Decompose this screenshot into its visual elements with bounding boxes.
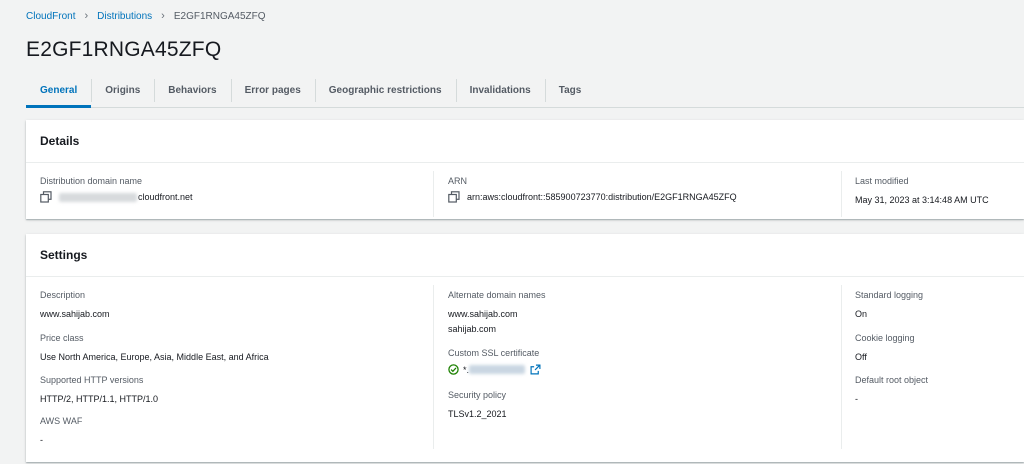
default-root-object-field: Default root object -	[855, 375, 1024, 407]
column-divider	[433, 171, 434, 217]
copy-icon[interactable]	[448, 191, 460, 203]
column-divider	[841, 285, 842, 449]
column-divider	[433, 285, 434, 449]
page-title: E2GF1RNGA45ZFQ	[26, 38, 222, 61]
last-modified-label: Last modified	[855, 176, 909, 186]
aws-waf-value: -	[40, 435, 43, 445]
price-class-field: Price class Use North America, Europe, A…	[40, 333, 420, 365]
chevron-right-icon: ›	[161, 10, 165, 22]
arn-value: arn:aws:cloudfront::585900723770:distrib…	[467, 192, 737, 202]
arn-field: ARN arn:aws:cloudfront::585900723770:dis…	[448, 176, 737, 203]
standard-logging-label: Standard logging	[855, 290, 924, 300]
standard-logging-field: Standard logging On	[855, 290, 1024, 322]
standard-logging-value: On	[855, 309, 868, 319]
default-root-object-value: -	[855, 394, 858, 404]
aws-waf-field: AWS WAF -	[40, 416, 420, 448]
external-link-icon[interactable]	[530, 364, 541, 375]
description-field: Description www.sahijab.com	[40, 290, 420, 322]
description-value: www.sahijab.com	[40, 309, 110, 319]
breadcrumb-current: E2GF1RNGA45ZFQ	[173, 11, 266, 22]
security-policy-label: Security policy	[448, 390, 507, 400]
ssl-certificate-label: Custom SSL certificate	[448, 348, 540, 358]
breadcrumb: CloudFront › Distributions › E2GF1RNGA45…	[26, 10, 266, 23]
http-versions-label: Supported HTTP versions	[40, 375, 144, 385]
last-modified-field: Last modified May 31, 2023 at 3:14:48 AM…	[855, 176, 989, 208]
ssl-certificate-field: Custom SSL certificate *.	[448, 348, 828, 375]
tab-invalidations[interactable]: Invalidations	[455, 74, 545, 107]
distribution-domain-value: cloudfront.net	[138, 192, 193, 202]
price-class-value: Use North America, Europe, Asia, Middle …	[40, 352, 269, 362]
details-body: Distribution domain name cloudfront.net …	[26, 163, 1024, 219]
settings-title: Settings	[40, 248, 88, 262]
arn-row: arn:aws:cloudfront::585900723770:distrib…	[448, 191, 737, 203]
tab-general[interactable]: General	[26, 74, 92, 108]
alternate-domain-item: www.sahijab.com	[448, 309, 518, 319]
last-modified-value: May 31, 2023 at 3:14:48 AM UTC	[855, 195, 989, 205]
alternate-domain-item: sahijab.com	[448, 324, 497, 334]
settings-body: Description www.sahijab.com Price class …	[26, 277, 1024, 461]
check-circle-icon	[448, 364, 459, 375]
tab-behaviors[interactable]: Behaviors	[154, 74, 230, 107]
cookie-logging-value: Off	[855, 352, 867, 362]
security-policy-field: Security policy TLSv1.2_2021	[448, 390, 828, 422]
http-versions-field: Supported HTTP versions HTTP/2, HTTP/1.1…	[40, 375, 420, 407]
settings-header: Settings	[26, 234, 1024, 277]
copy-icon[interactable]	[40, 191, 52, 203]
details-panel: Details Distribution domain name cloudfr…	[26, 120, 1024, 219]
ssl-certificate-row: *.	[448, 364, 828, 375]
security-policy-value: TLSv1.2_2021	[448, 409, 507, 419]
column-divider	[841, 171, 842, 217]
chevron-right-icon: ›	[84, 10, 89, 22]
cookie-logging-label: Cookie logging	[855, 333, 915, 343]
settings-panel: Settings Description www.sahijab.com Pri…	[26, 234, 1024, 462]
settings-column-2: Alternate domain names www.sahijab.com s…	[448, 290, 828, 460]
arn-label: ARN	[448, 176, 468, 186]
aws-waf-label: AWS WAF	[40, 416, 83, 426]
tab-error-pages[interactable]: Error pages	[230, 74, 315, 107]
distribution-domain-row: cloudfront.net	[40, 191, 193, 203]
http-versions-value: HTTP/2, HTTP/1.1, HTTP/1.0	[40, 394, 159, 404]
tab-origins[interactable]: Origins	[91, 74, 154, 107]
alternate-domains-list: www.sahijab.com sahijab.com	[448, 307, 828, 337]
alternate-domains-label: Alternate domain names	[448, 290, 546, 300]
redacted-certificate-link[interactable]	[469, 365, 526, 374]
settings-column-3: Standard logging On Cookie logging Off D…	[855, 290, 1024, 460]
distribution-domain-label: Distribution domain name	[40, 176, 143, 186]
cookie-logging-field: Cookie logging Off	[855, 333, 1024, 365]
details-title: Details	[40, 134, 80, 148]
alternate-domains-field: Alternate domain names www.sahijab.com s…	[448, 290, 828, 337]
default-root-object-label: Default root object	[855, 375, 929, 385]
details-header: Details	[26, 120, 1024, 163]
tab-geographic-restrictions[interactable]: Geographic restrictions	[314, 74, 456, 107]
settings-column-1: Description www.sahijab.com Price class …	[40, 290, 420, 460]
tab-tags[interactable]: Tags	[544, 74, 596, 107]
price-class-label: Price class	[40, 333, 84, 343]
tab-bar: General Origins Behaviors Error pages Ge…	[26, 74, 1024, 108]
redacted-subdomain	[59, 192, 137, 202]
breadcrumb-cloudfront-link[interactable]: CloudFront	[26, 11, 75, 22]
description-label: Description	[40, 290, 86, 300]
distribution-domain-field: Distribution domain name cloudfront.net	[40, 176, 193, 203]
breadcrumb-distributions-link[interactable]: Distributions	[97, 11, 152, 22]
